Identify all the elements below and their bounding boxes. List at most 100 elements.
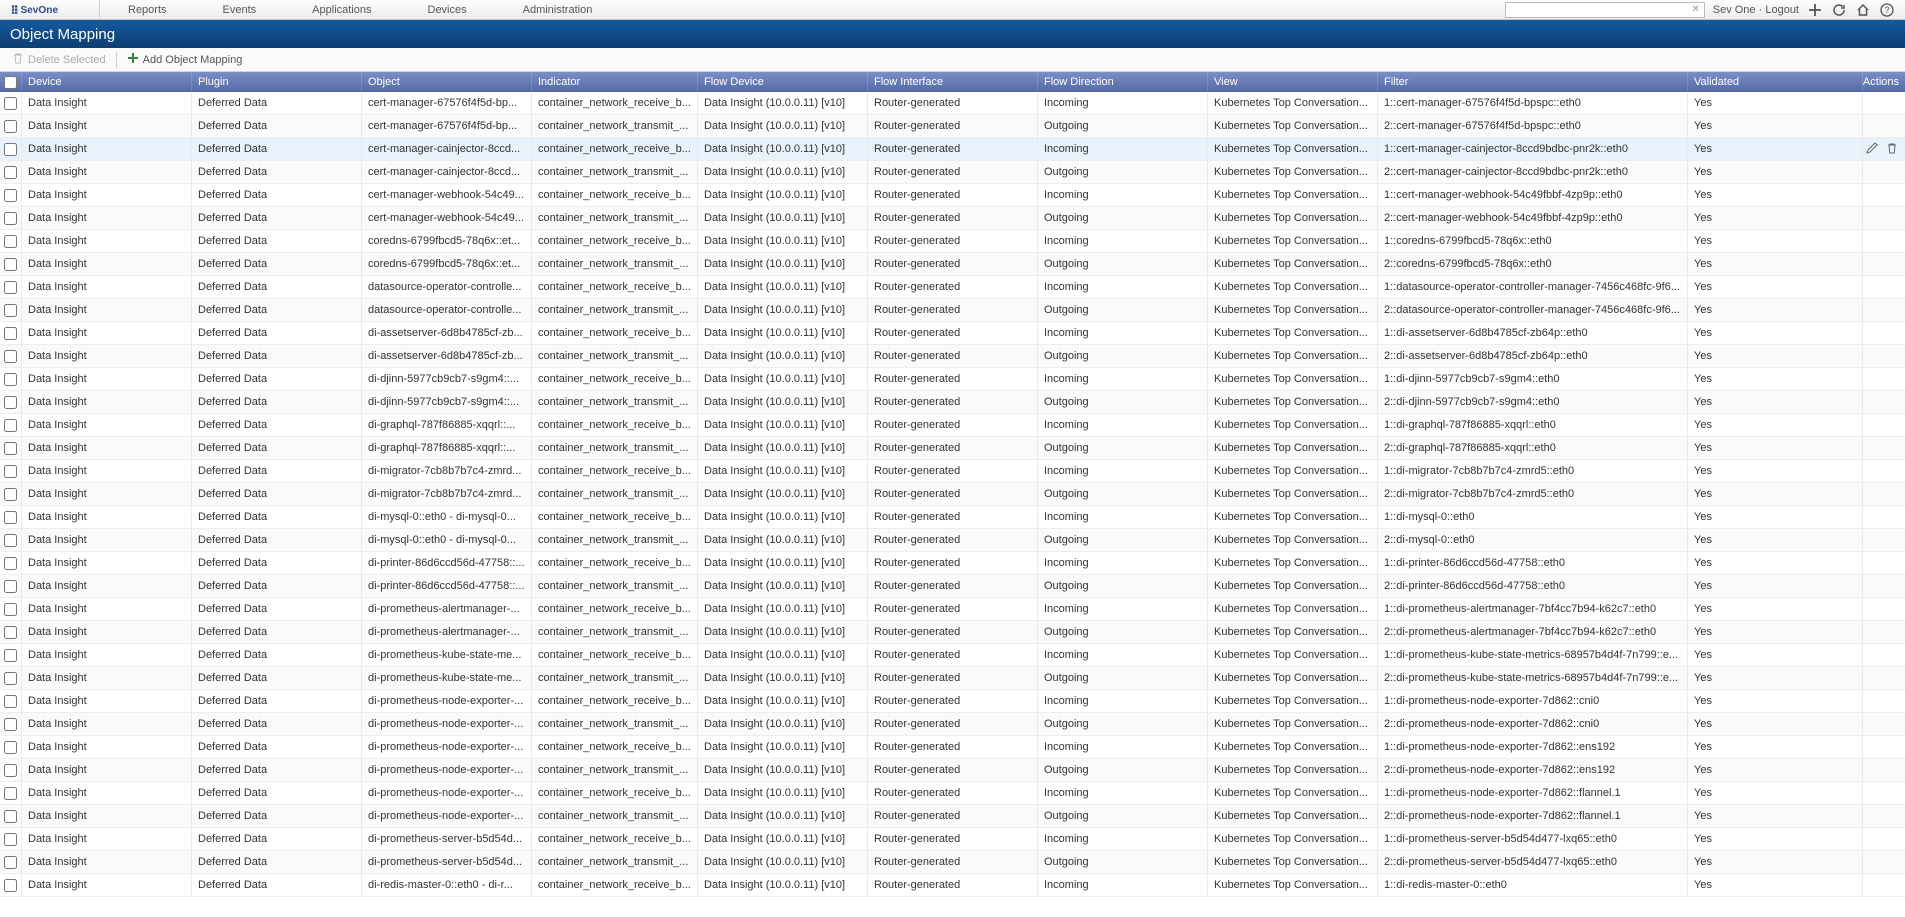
row-checkbox[interactable]: [4, 212, 17, 225]
table-row[interactable]: Data InsightDeferred Datadi-mysql-0::eth…: [0, 529, 1905, 552]
table-row[interactable]: Data InsightDeferred Datadi-assetserver-…: [0, 322, 1905, 345]
row-checkbox[interactable]: [4, 764, 17, 777]
table-row[interactable]: Data InsightDeferred Datadatasource-oper…: [0, 299, 1905, 322]
table-row[interactable]: Data InsightDeferred Datadi-graphql-787f…: [0, 414, 1905, 437]
menu-devices[interactable]: Devices: [400, 0, 495, 20]
row-checkbox[interactable]: [4, 603, 17, 616]
row-checkbox[interactable]: [4, 304, 17, 317]
row-checkbox[interactable]: [4, 879, 17, 892]
row-checkbox[interactable]: [4, 626, 17, 639]
row-checkbox[interactable]: [4, 465, 17, 478]
header-validated[interactable]: Validated: [1688, 72, 1863, 92]
header-view[interactable]: View: [1208, 72, 1378, 92]
table-row[interactable]: Data InsightDeferred Datacert-manager-we…: [0, 207, 1905, 230]
row-checkbox[interactable]: [4, 534, 17, 547]
menu-events[interactable]: Events: [195, 0, 285, 20]
table-row[interactable]: Data InsightDeferred Datacert-manager-67…: [0, 92, 1905, 115]
header-filter[interactable]: Filter: [1378, 72, 1688, 92]
row-checkbox[interactable]: [4, 373, 17, 386]
table-row[interactable]: Data InsightDeferred Datadi-mysql-0::eth…: [0, 506, 1905, 529]
row-checkbox[interactable]: [4, 695, 17, 708]
delete-icon[interactable]: [1885, 141, 1899, 158]
add-object-mapping-button[interactable]: Add Object Mapping: [121, 50, 249, 69]
header-device[interactable]: Device: [22, 72, 192, 92]
table-row[interactable]: Data InsightDeferred Datadi-prometheus-a…: [0, 598, 1905, 621]
row-checkbox[interactable]: [4, 511, 17, 524]
table-row[interactable]: Data InsightDeferred Datadi-printer-86d6…: [0, 575, 1905, 598]
row-checkbox[interactable]: [4, 120, 17, 133]
table-row[interactable]: Data InsightDeferred Datadi-migrator-7cb…: [0, 483, 1905, 506]
row-checkbox[interactable]: [4, 580, 17, 593]
row-checkbox[interactable]: [4, 97, 17, 110]
table-row[interactable]: Data InsightDeferred Datacoredns-6799fbc…: [0, 230, 1905, 253]
table-row[interactable]: Data InsightDeferred Datadi-prometheus-a…: [0, 621, 1905, 644]
table-row[interactable]: Data InsightDeferred Datadi-printer-86d6…: [0, 552, 1905, 575]
table-row[interactable]: Data InsightDeferred Datacert-manager-ca…: [0, 161, 1905, 184]
menu-administration[interactable]: Administration: [495, 0, 621, 20]
edit-icon[interactable]: [1865, 141, 1879, 158]
table-row[interactable]: Data InsightDeferred Datadi-prometheus-k…: [0, 644, 1905, 667]
menu-applications[interactable]: Applications: [284, 0, 399, 20]
search-input[interactable]: [1510, 4, 1692, 16]
home-icon[interactable]: [1855, 2, 1871, 18]
row-checkbox[interactable]: [4, 833, 17, 846]
table-row[interactable]: Data InsightDeferred Datadi-prometheus-n…: [0, 736, 1905, 759]
brand-logo[interactable]: SevOne: [0, 0, 100, 19]
table-row[interactable]: Data InsightDeferred Datadi-prometheus-n…: [0, 759, 1905, 782]
table-row[interactable]: Data InsightDeferred Datadi-prometheus-s…: [0, 828, 1905, 851]
header-flow-interface[interactable]: Flow Interface: [868, 72, 1038, 92]
add-icon[interactable]: [1807, 2, 1823, 18]
table-row[interactable]: Data InsightDeferred Datadi-prometheus-n…: [0, 690, 1905, 713]
header-flow-direction[interactable]: Flow Direction: [1038, 72, 1208, 92]
clear-search-icon[interactable]: ✕: [1691, 4, 1699, 15]
header-plugin[interactable]: Plugin: [192, 72, 362, 92]
table-row[interactable]: Data InsightDeferred Datadi-graphql-787f…: [0, 437, 1905, 460]
refresh-icon[interactable]: [1831, 2, 1847, 18]
row-checkbox[interactable]: [4, 189, 17, 202]
table-row[interactable]: Data InsightDeferred Datadi-prometheus-n…: [0, 805, 1905, 828]
header-checkbox[interactable]: [0, 72, 22, 92]
row-checkbox[interactable]: [4, 281, 17, 294]
table-row[interactable]: Data InsightDeferred Datadi-redis-master…: [0, 874, 1905, 897]
table-row[interactable]: Data InsightDeferred Datadi-prometheus-s…: [0, 851, 1905, 874]
row-checkbox[interactable]: [4, 672, 17, 685]
table-row[interactable]: Data InsightDeferred Datadi-assetserver-…: [0, 345, 1905, 368]
row-checkbox[interactable]: [4, 396, 17, 409]
table-row[interactable]: Data InsightDeferred Datacoredns-6799fbc…: [0, 253, 1905, 276]
row-checkbox[interactable]: [4, 327, 17, 340]
row-checkbox[interactable]: [4, 419, 17, 432]
row-checkbox[interactable]: [4, 718, 17, 731]
select-all-checkbox[interactable]: [4, 76, 17, 89]
row-checkbox[interactable]: [4, 810, 17, 823]
header-object[interactable]: Object: [362, 72, 532, 92]
row-checkbox[interactable]: [4, 143, 17, 156]
menu-reports[interactable]: Reports: [100, 0, 195, 20]
table-row[interactable]: Data InsightDeferred Datadatasource-oper…: [0, 276, 1905, 299]
table-row[interactable]: Data InsightDeferred Datadi-migrator-7cb…: [0, 460, 1905, 483]
logout-link[interactable]: Logout: [1765, 4, 1799, 16]
table-row[interactable]: Data InsightDeferred Datadi-prometheus-n…: [0, 713, 1905, 736]
header-indicator[interactable]: Indicator: [532, 72, 698, 92]
table-row[interactable]: Data InsightDeferred Datadi-djinn-5977cb…: [0, 391, 1905, 414]
table-row[interactable]: Data InsightDeferred Datacert-manager-ca…: [0, 138, 1905, 161]
table-row[interactable]: Data InsightDeferred Datacert-manager-67…: [0, 115, 1905, 138]
row-checkbox[interactable]: [4, 235, 17, 248]
table-row[interactable]: Data InsightDeferred Datadi-djinn-5977cb…: [0, 368, 1905, 391]
row-checkbox[interactable]: [4, 787, 17, 800]
row-checkbox[interactable]: [4, 166, 17, 179]
header-flow-device[interactable]: Flow Device: [698, 72, 868, 92]
row-checkbox[interactable]: [4, 557, 17, 570]
row-checkbox[interactable]: [4, 741, 17, 754]
table-row[interactable]: Data InsightDeferred Datacert-manager-we…: [0, 184, 1905, 207]
username-link[interactable]: Sev One: [1713, 4, 1756, 16]
row-checkbox[interactable]: [4, 442, 17, 455]
row-checkbox[interactable]: [4, 488, 17, 501]
row-checkbox[interactable]: [4, 350, 17, 363]
row-checkbox[interactable]: [4, 649, 17, 662]
delete-selected-button[interactable]: Delete Selected: [6, 50, 112, 69]
row-checkbox[interactable]: [4, 258, 17, 271]
row-checkbox[interactable]: [4, 856, 17, 869]
table-row[interactable]: Data InsightDeferred Datadi-prometheus-k…: [0, 667, 1905, 690]
help-icon[interactable]: ?: [1879, 2, 1895, 18]
table-row[interactable]: Data InsightDeferred Datadi-prometheus-n…: [0, 782, 1905, 805]
